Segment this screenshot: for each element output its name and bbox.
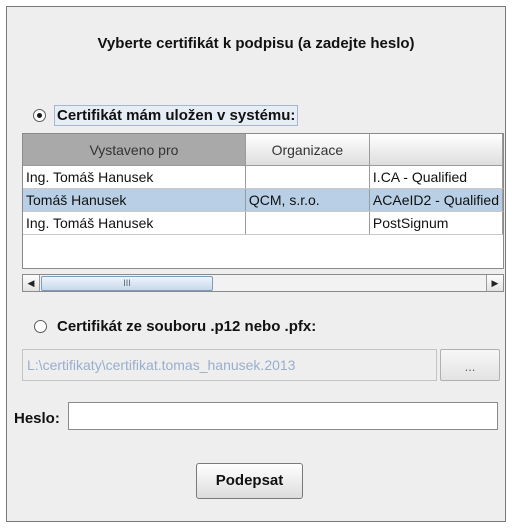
column-header-issued-to[interactable]: Vystaveno pro	[23, 134, 246, 166]
cell-organization[interactable]: QCM, s.r.o.	[245, 188, 370, 212]
column-header-issuer[interactable]	[369, 134, 503, 166]
cell-organization[interactable]	[245, 211, 370, 235]
sign-button[interactable]: Podepsat	[196, 463, 303, 499]
system-cert-option[interactable]: Certifikát mám uložen v systému:	[33, 105, 299, 126]
table-row[interactable]: Ing. Tomáš Hanusek I.CA - Qualified	[23, 165, 503, 189]
scrollbar-thumb[interactable]: III	[41, 276, 213, 291]
cell-issued-to[interactable]: Tomáš Hanusek	[23, 188, 246, 212]
table-header: Vystaveno pro Organizace	[23, 134, 503, 166]
arrow-right-icon[interactable]: ▶	[486, 275, 503, 291]
cell-issuer[interactable]: ACAeID2 - Qualified	[369, 188, 503, 212]
table-row[interactable]: Ing. Tomáš Hanusek PostSignum	[23, 211, 503, 235]
system-cert-radio[interactable]	[33, 109, 46, 122]
file-path-field: L:\certifikaty\certifikat.tomas_hanusek.…	[22, 349, 437, 381]
password-field[interactable]	[68, 402, 498, 430]
cell-issuer[interactable]: PostSignum	[369, 211, 503, 235]
cell-issued-to[interactable]: Ing. Tomáš Hanusek	[23, 211, 246, 235]
certificate-table: Vystaveno pro Organizace Ing. Tomáš Hanu…	[22, 133, 504, 269]
horizontal-scrollbar[interactable]: ◀ III ▶	[22, 274, 504, 292]
file-cert-label[interactable]: Certifikát ze souboru .p12 nebo .pfx:	[55, 317, 318, 336]
file-cert-radio[interactable]	[34, 320, 47, 333]
cell-organization[interactable]	[245, 165, 370, 189]
password-label: Heslo:	[14, 410, 60, 427]
arrow-left-icon[interactable]: ◀	[23, 275, 40, 291]
dialog-title: Vyberte certifikát k podpisu (a zadejte …	[97, 35, 415, 52]
table-row-selected[interactable]: Tomáš Hanusek QCM, s.r.o. ACAeID2 - Qual…	[23, 188, 503, 212]
cell-issued-to[interactable]: Ing. Tomáš Hanusek	[23, 165, 246, 189]
file-cert-option[interactable]: Certifikát ze souboru .p12 nebo .pfx:	[34, 317, 318, 336]
column-header-organization[interactable]: Organizace	[245, 134, 370, 166]
cell-issuer[interactable]: I.CA - Qualified	[369, 165, 503, 189]
system-cert-label[interactable]: Certifikát mám uložen v systému:	[54, 105, 299, 126]
browse-button: ...	[440, 349, 500, 381]
